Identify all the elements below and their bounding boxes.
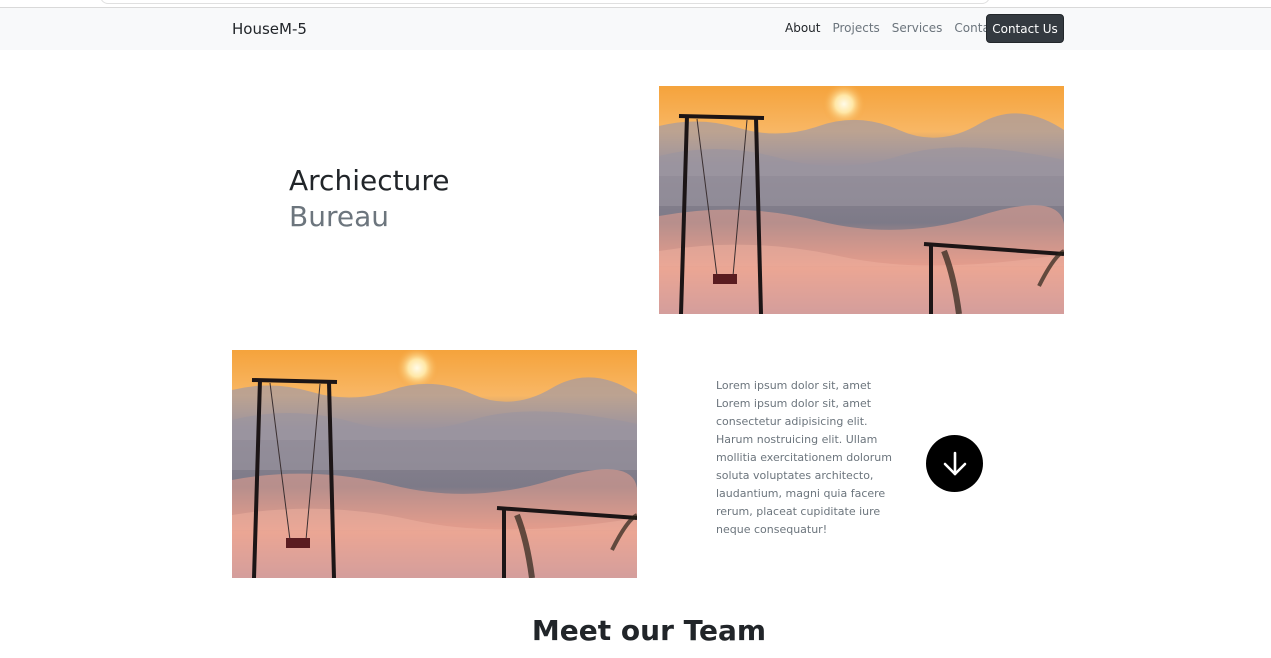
browser-top-strip [0, 0, 1271, 8]
about-paragraph: Lorem ipsum dolor sit, amet Lorem ipsum … [716, 379, 892, 536]
scroll-down-button[interactable] [926, 435, 983, 492]
navbar: HouseM-5 About Projects Services Contact… [0, 8, 1271, 50]
feature-photo-swing-clouds [232, 350, 637, 578]
brand-logo-text[interactable]: HouseM-5 [232, 20, 307, 38]
hero-title-line1: Archiecture [289, 164, 450, 197]
team-heading: Meet our Team [531, 614, 767, 647]
hero-title: Archiecture Bureau [289, 163, 449, 235]
arrow-down-icon [943, 451, 966, 475]
hero-photo-swing-clouds [659, 86, 1064, 314]
nav-links: About Projects Services Contact [785, 21, 1013, 35]
hero-title-line2: Bureau [289, 200, 389, 233]
contact-us-button[interactable]: Contact Us [986, 14, 1064, 43]
browser-address-bar[interactable] [100, 0, 990, 4]
nav-link-projects[interactable]: Projects [832, 21, 879, 35]
nav-link-about[interactable]: About [785, 21, 820, 35]
nav-link-services[interactable]: Services [892, 21, 943, 35]
